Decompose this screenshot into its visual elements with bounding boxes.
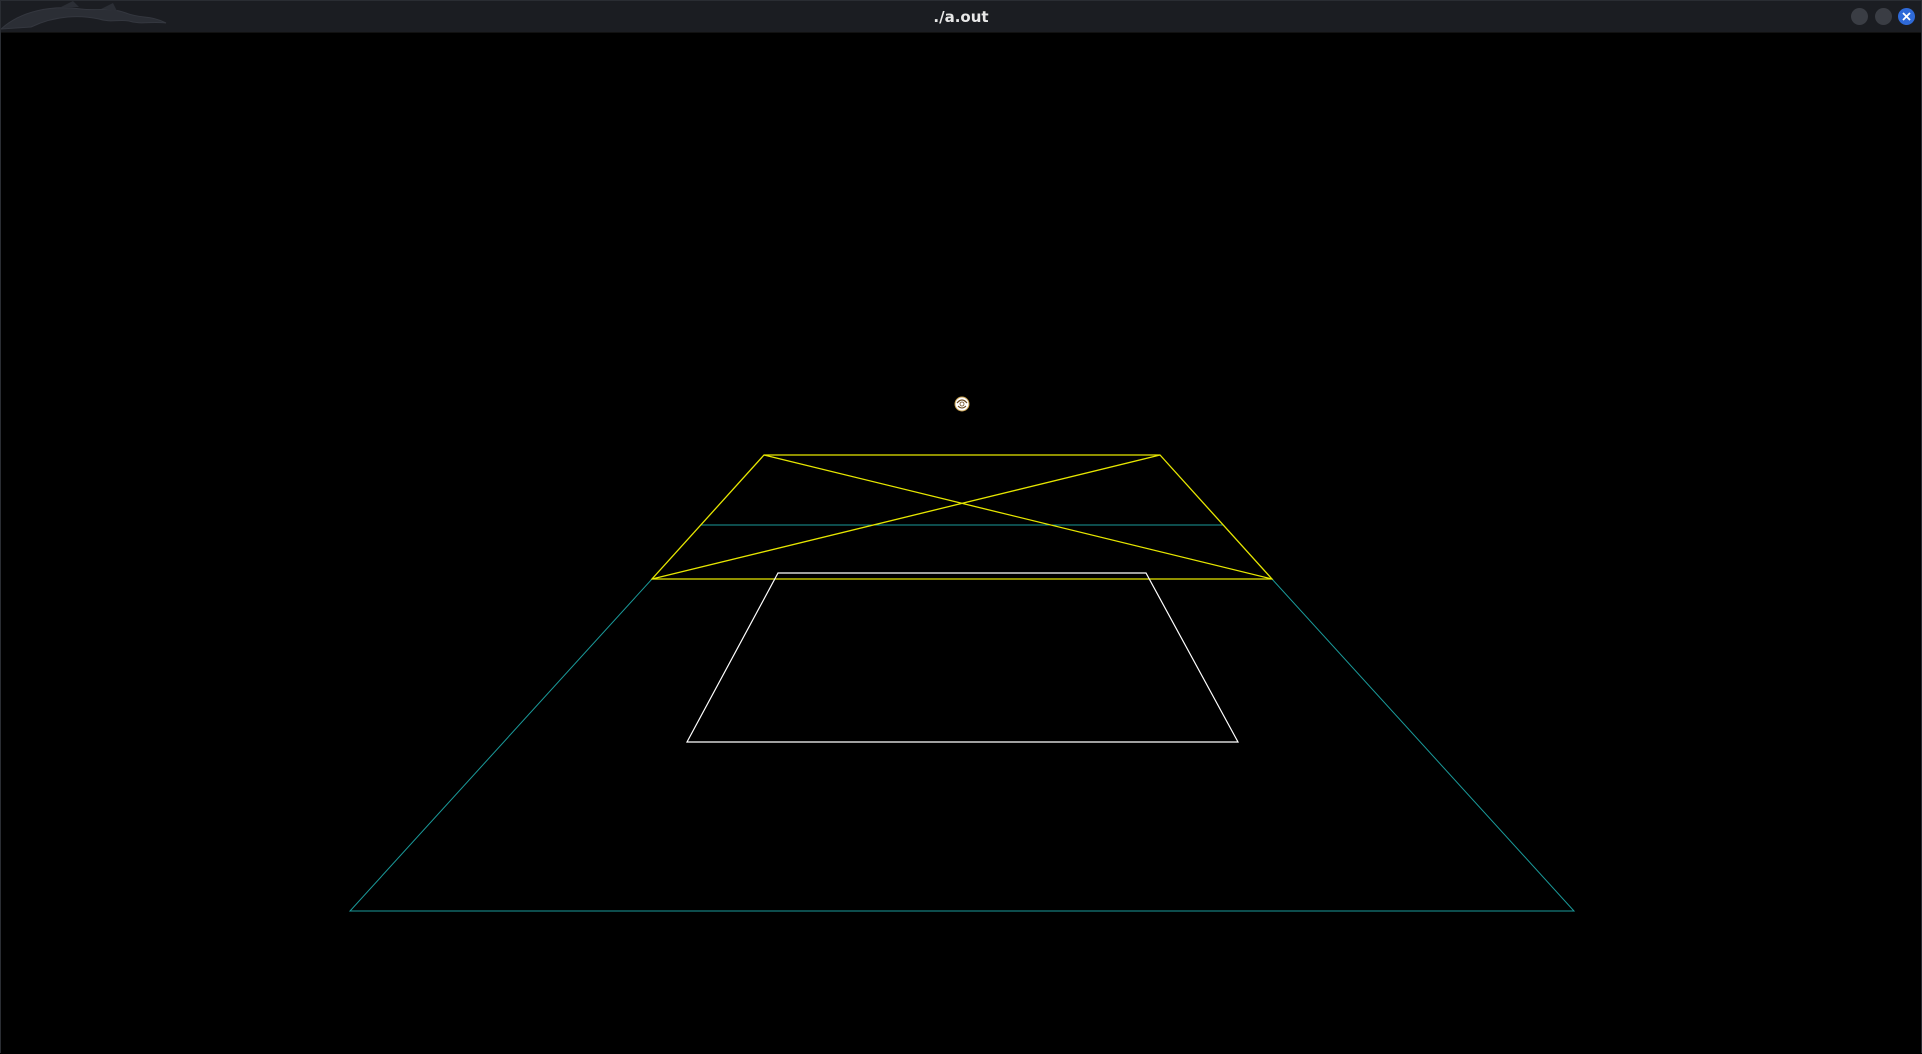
minimize-button[interactable] bbox=[1851, 8, 1868, 25]
app-window: ./a.out bbox=[0, 0, 1922, 1053]
close-button[interactable] bbox=[1898, 8, 1915, 25]
window-title: ./a.out bbox=[933, 8, 989, 26]
maximize-button[interactable] bbox=[1875, 8, 1892, 25]
close-icon bbox=[1902, 12, 1911, 21]
render-canvas[interactable] bbox=[1, 33, 1921, 1053]
title-bar[interactable]: ./a.out bbox=[1, 1, 1921, 33]
